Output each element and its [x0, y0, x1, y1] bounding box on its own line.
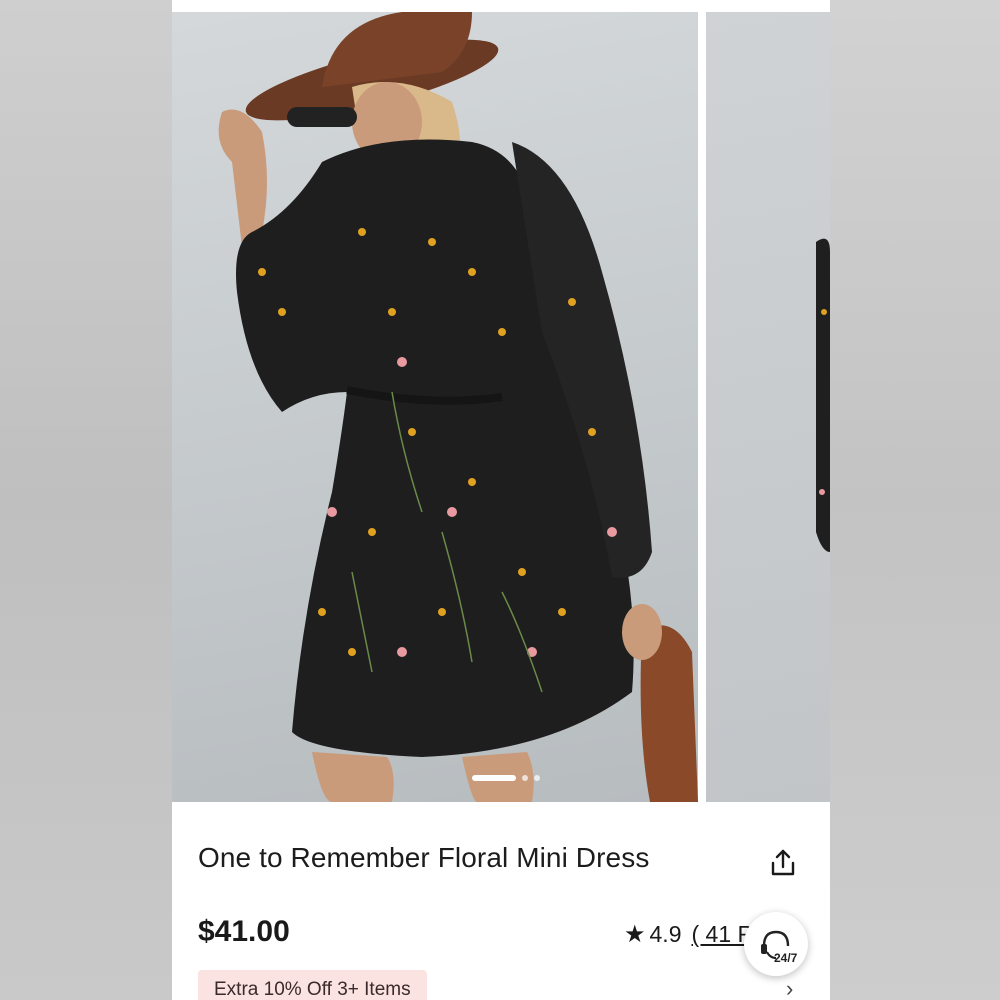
product-page: One to Remember Floral Mini Dress $41.00…	[172, 0, 830, 1000]
share-icon	[771, 849, 795, 876]
chevron-right-icon[interactable]: ›	[786, 976, 793, 1000]
next-photo-illustration	[816, 238, 830, 552]
share-button[interactable]	[766, 846, 800, 880]
pagination-dot-active	[472, 775, 516, 781]
rating-value: 4.9	[649, 921, 682, 947]
support-label: 24/7	[774, 951, 798, 965]
dress-illustration	[218, 12, 698, 802]
product-title: One to Remember Floral Mini Dress	[198, 842, 650, 873]
promo-badge[interactable]: Extra 10% Off 3+ Items	[198, 970, 427, 1000]
gallery-pagination	[472, 775, 540, 781]
support-button[interactable]: 24/7	[744, 912, 808, 976]
product-photo-next[interactable]	[706, 12, 830, 802]
product-photo-main[interactable]	[172, 12, 698, 802]
product-price: $41.00	[198, 915, 290, 948]
headset-icon: 24/7	[761, 930, 798, 965]
background-left	[0, 0, 172, 1000]
image-gallery[interactable]	[172, 12, 830, 802]
pagination-dot	[522, 775, 528, 781]
star-icon: ★	[624, 921, 646, 948]
background-right	[828, 0, 1000, 1000]
pagination-dot	[534, 775, 540, 781]
